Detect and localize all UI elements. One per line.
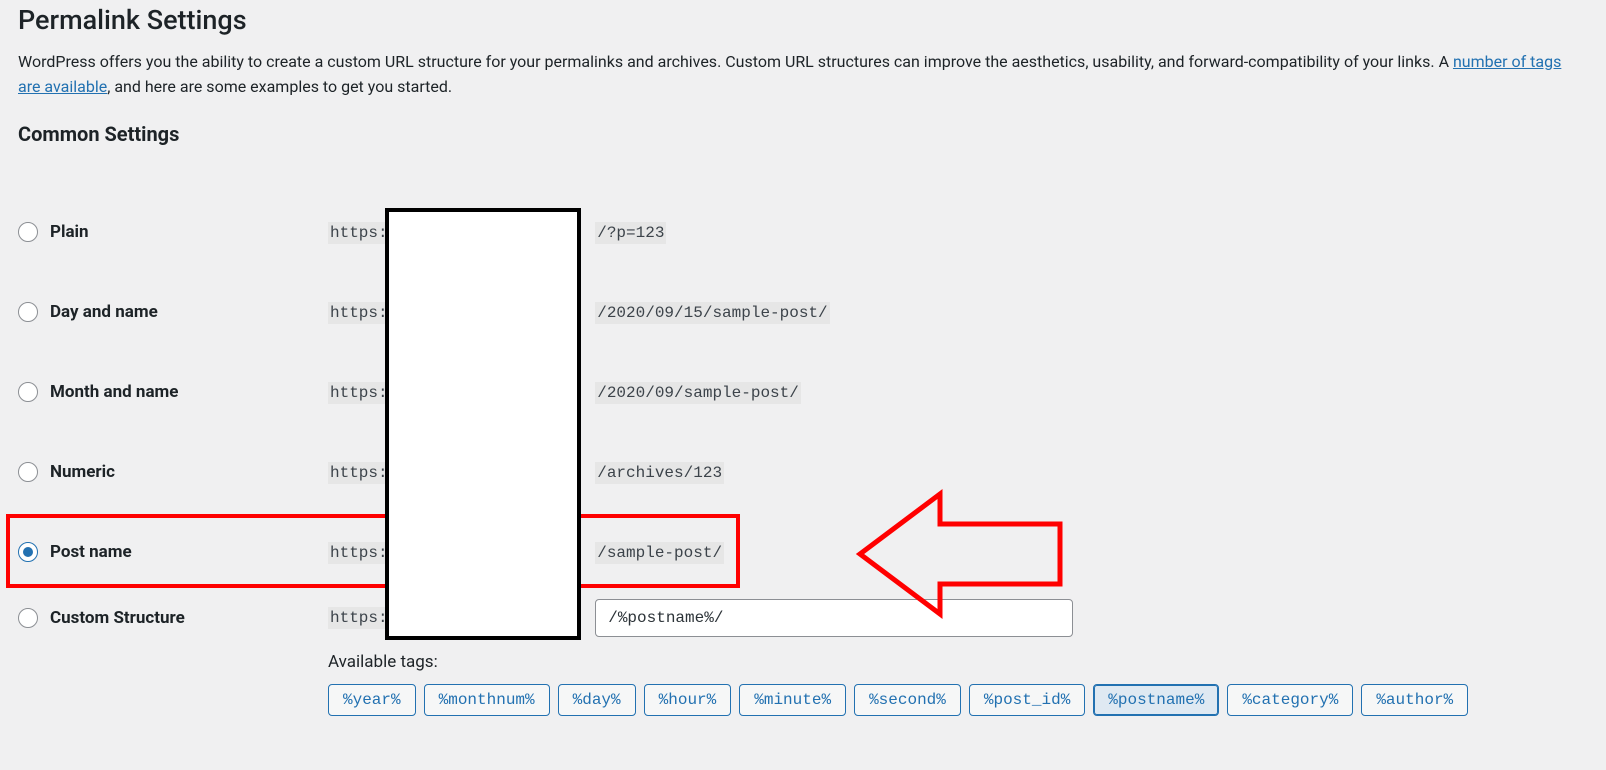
tag-second[interactable]: %second%: [854, 684, 961, 716]
intro-text: WordPress offers you the ability to crea…: [18, 50, 1578, 100]
tag-hour[interactable]: %hour%: [644, 684, 732, 716]
option-plain-label: Plain: [50, 222, 89, 242]
url-suffix: /archives/123: [595, 462, 724, 484]
url-suffix: /2020/09/sample-post/: [595, 382, 801, 404]
option-postname-label-wrap[interactable]: Post name: [18, 542, 328, 562]
option-plain-label-wrap[interactable]: Plain: [18, 222, 328, 242]
permalink-options: Plain https://?p=123 Day and name https:…: [18, 192, 1588, 716]
option-custom: Custom Structure https:/: [18, 592, 1588, 644]
url-suffix: /2020/09/15/sample-post/: [595, 302, 829, 324]
page-title: Permalink Settings: [18, 4, 1588, 36]
available-tags-area: Available tags: %year% %monthnum% %day% …: [328, 652, 1588, 716]
option-day-label-wrap[interactable]: Day and name: [18, 302, 328, 322]
url-suffix: /?p=123: [595, 222, 666, 244]
option-month-label-wrap[interactable]: Month and name: [18, 382, 328, 402]
radio-month-and-name[interactable]: [18, 382, 38, 402]
option-custom-label-wrap[interactable]: Custom Structure: [18, 608, 328, 628]
tag-author[interactable]: %author%: [1361, 684, 1468, 716]
section-title: Common Settings: [18, 122, 1588, 146]
available-tags-label: Available tags:: [328, 652, 1588, 672]
option-custom-label: Custom Structure: [50, 608, 185, 628]
tag-postname[interactable]: %postname%: [1093, 684, 1219, 716]
tag-minute[interactable]: %minute%: [739, 684, 846, 716]
radio-custom[interactable]: [18, 608, 38, 628]
option-post-name: Post name https://sample-post/: [18, 512, 1588, 592]
annotation-redaction-box: [385, 208, 581, 640]
option-month-and-name: Month and name https://2020/09/sample-po…: [18, 352, 1588, 432]
tag-category[interactable]: %category%: [1227, 684, 1353, 716]
tag-year[interactable]: %year%: [328, 684, 416, 716]
option-postname-label: Post name: [50, 542, 132, 562]
tags-row: %year% %monthnum% %day% %hour% %minute% …: [328, 684, 1588, 716]
radio-plain[interactable]: [18, 222, 38, 242]
option-month-label: Month and name: [50, 382, 178, 402]
option-numeric: Numeric https://archives/123: [18, 432, 1588, 512]
tag-day[interactable]: %day%: [558, 684, 636, 716]
option-plain: Plain https://?p=123: [18, 192, 1588, 272]
url-suffix: /sample-post/: [595, 542, 724, 564]
custom-structure-input[interactable]: [595, 599, 1073, 637]
radio-post-name[interactable]: [18, 542, 38, 562]
intro-post: , and here are some examples to get you …: [107, 77, 452, 96]
radio-day-and-name[interactable]: [18, 302, 38, 322]
tag-monthnum[interactable]: %monthnum%: [424, 684, 550, 716]
tag-post-id[interactable]: %post_id%: [969, 684, 1085, 716]
option-day-and-name: Day and name https://2020/09/15/sample-p…: [18, 272, 1588, 352]
option-numeric-label: Numeric: [50, 462, 115, 482]
option-day-label: Day and name: [50, 302, 158, 322]
intro-pre: WordPress offers you the ability to crea…: [18, 52, 1453, 71]
radio-numeric[interactable]: [18, 462, 38, 482]
option-numeric-label-wrap[interactable]: Numeric: [18, 462, 328, 482]
